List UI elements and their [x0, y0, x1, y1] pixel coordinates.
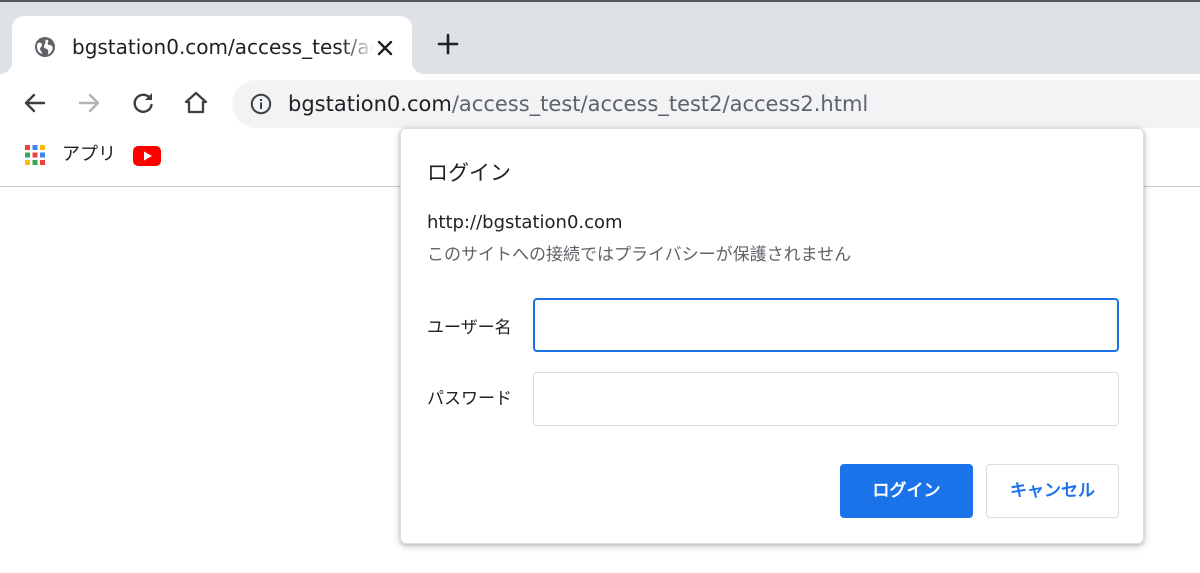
close-icon[interactable] [374, 37, 396, 59]
tab-title: bgstation0.com/access_test/access_test2/… [72, 35, 372, 59]
arrow-left-icon[interactable] [22, 90, 48, 116]
active-tab[interactable]: bgstation0.com/access_test/access_test2/… [12, 16, 412, 74]
password-field[interactable] [533, 372, 1119, 426]
dialog-privacy-warning: このサイトへの接続ではプライバシーが保護されません [427, 245, 852, 265]
browser-toolbar: bgstation0.com/access_test/access_test2/… [0, 74, 1200, 132]
url-host: bgstation0.com [288, 92, 452, 116]
apps-bookmark-label[interactable]: アプリ [62, 142, 116, 168]
login-dialog: ログイン http://bgstation0.com このサイトへの接続ではプラ… [400, 128, 1144, 544]
globe-icon [34, 36, 56, 58]
password-label: パスワード [427, 389, 512, 409]
info-icon[interactable] [250, 93, 272, 115]
url-path: /access_test/access_test2/access2.html [451, 92, 869, 116]
youtube-icon[interactable] [133, 146, 161, 166]
plus-icon[interactable] [436, 32, 460, 56]
username-field[interactable] [533, 298, 1119, 352]
dialog-title: ログイン [427, 161, 511, 185]
username-label: ユーザー名 [427, 318, 512, 338]
dialog-origin: http://bgstation0.com [427, 212, 623, 233]
address-url[interactable]: bgstation0.com/access_test/access_test2/… [288, 90, 868, 118]
address-bar[interactable]: bgstation0.com/access_test/access_test2/… [232, 80, 1200, 128]
reload-icon[interactable] [130, 90, 156, 116]
home-icon[interactable] [183, 90, 209, 116]
browser-window: bgstation0.com/access_test/access_test2/… [0, 0, 1200, 573]
tab-strip: bgstation0.com/access_test/access_test2/… [0, 2, 1200, 74]
tab-title-fade [342, 32, 374, 62]
arrow-right-icon[interactable] [76, 90, 102, 116]
cancel-button[interactable]: キャンセル [986, 464, 1119, 518]
apps-grid-icon[interactable] [24, 144, 46, 166]
login-button[interactable]: ログイン [840, 464, 973, 518]
